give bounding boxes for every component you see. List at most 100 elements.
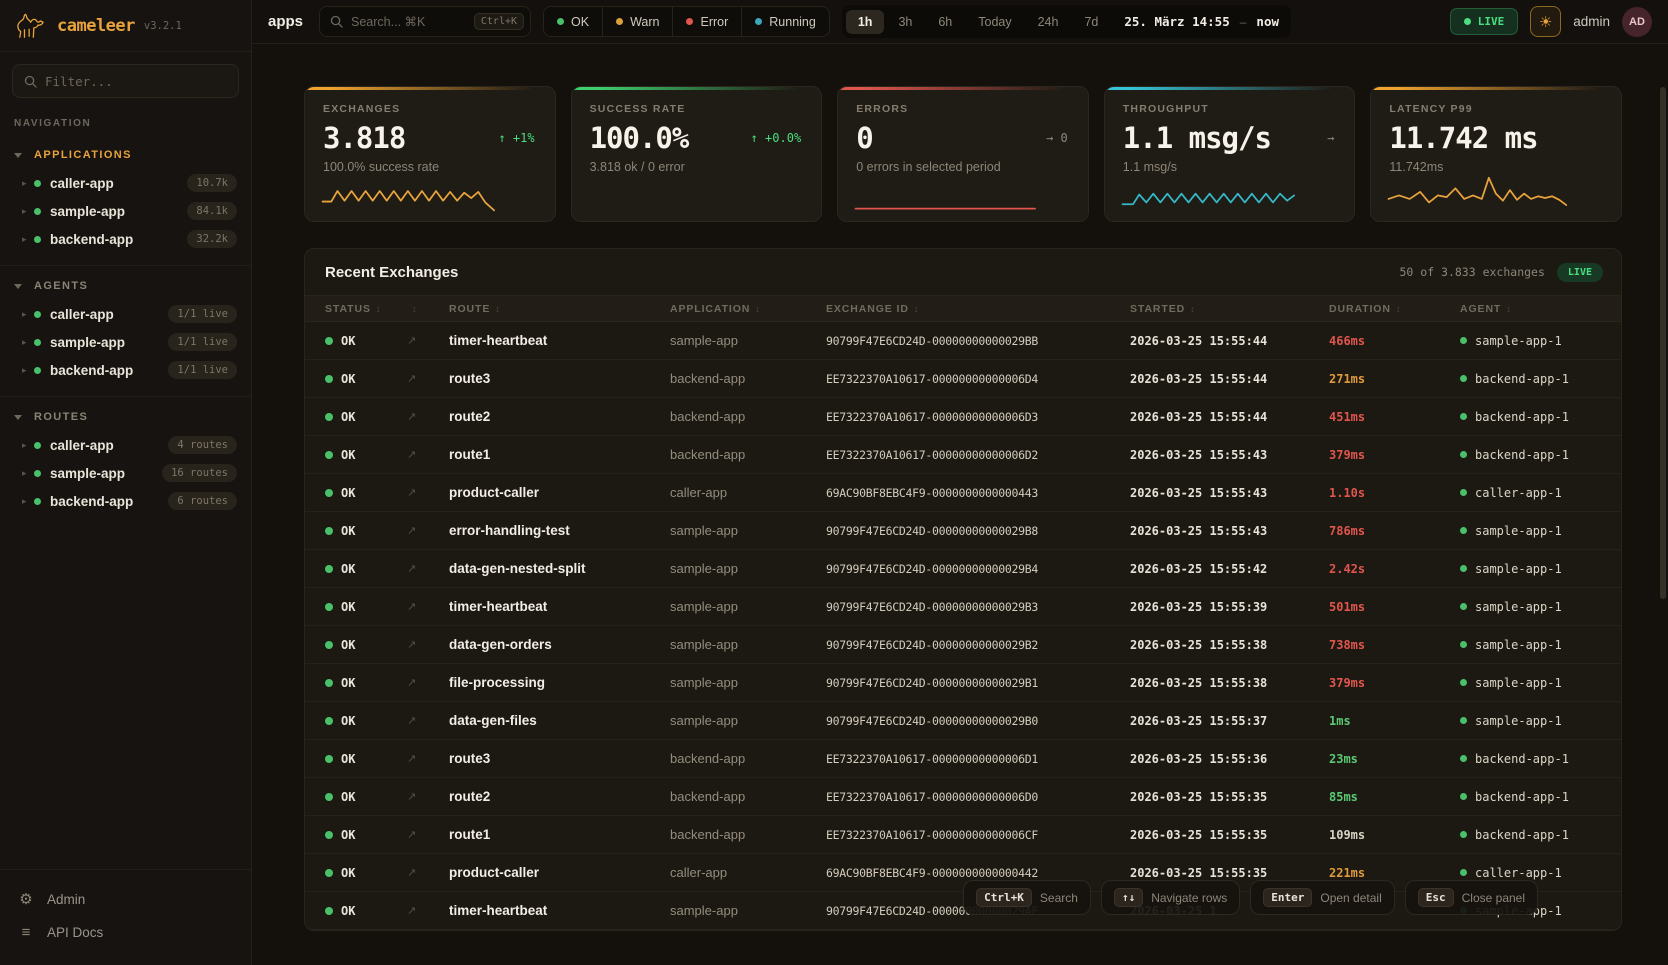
sidebar-item-label: backend-app [50, 232, 133, 247]
open-detail-icon[interactable]: ↗ [407, 448, 449, 461]
open-detail-icon[interactable]: ↗ [407, 334, 449, 347]
duration-cell: 786ms [1329, 524, 1460, 538]
table-row[interactable]: OK ↗ file-processing sample-app 90799F47… [305, 664, 1621, 702]
table-row[interactable]: OK ↗ timer-heartbeat sample-app 90799F47… [305, 322, 1621, 360]
sidebar-item[interactable]: ▸ caller-app 10.7k [0, 169, 251, 197]
started-cell: 2026-03-25 15:55:38 [1130, 638, 1329, 652]
range-start-time[interactable]: 25. März 14:55 [1124, 14, 1229, 29]
column-header[interactable]: ROUTE ↕ [449, 303, 670, 315]
sidebar-item[interactable]: ▸ backend-app 1/1 live [0, 356, 251, 384]
hint-key: Enter [1263, 888, 1312, 907]
duration-cell: 271ms [1329, 372, 1460, 386]
table-row[interactable]: OK ↗ data-gen-nested-split sample-app 90… [305, 550, 1621, 588]
column-header[interactable]: AGENT ↕ [1460, 303, 1621, 315]
agent-label: backend-app-1 [1475, 828, 1569, 842]
open-detail-icon[interactable]: ↗ [407, 562, 449, 575]
table-row[interactable]: OK ↗ error-handling-test sample-app 9079… [305, 512, 1621, 550]
sidebar-item[interactable]: ▸ sample-app 84.1k [0, 197, 251, 225]
nav-section-items: ▸ caller-app 1/1 live ▸ sample-app 1/1 l… [0, 300, 251, 384]
status-filter-chip[interactable]: Warn [603, 7, 673, 36]
nav-section-header[interactable]: ROUTES [0, 407, 251, 431]
status-filter-chip[interactable]: Running [742, 7, 829, 36]
search-input[interactable]: Search... ⌘K Ctrl+K [319, 6, 531, 37]
open-detail-icon[interactable]: ↗ [407, 638, 449, 651]
sidebar-item[interactable]: ▸ backend-app 32.2k [0, 225, 251, 253]
duration-cell: 1ms [1329, 714, 1460, 728]
route-cell: route2 [449, 789, 670, 804]
sparkline [1119, 169, 1306, 213]
range-button[interactable]: 1h [846, 10, 885, 34]
range-end-time[interactable]: now [1256, 14, 1279, 29]
open-detail-icon[interactable]: ↗ [407, 752, 449, 765]
open-detail-icon[interactable]: ↗ [407, 486, 449, 499]
status-filter-chip[interactable]: Error [673, 7, 742, 36]
sidebar-item[interactable]: ▸ sample-app 1/1 live [0, 328, 251, 356]
open-detail-icon[interactable]: ↗ [407, 410, 449, 423]
sidebar-item-badge: 4 routes [168, 436, 237, 454]
table-row[interactable]: OK ↗ data-gen-orders sample-app 90799F47… [305, 626, 1621, 664]
sidebar-item[interactable]: ▸ caller-app 1/1 live [0, 300, 251, 328]
sidebar-item[interactable]: ▸ sample-app 16 routes [0, 459, 251, 487]
column-header[interactable]: DURATION ↕ [1329, 303, 1460, 315]
range-button[interactable]: 7d [1072, 10, 1110, 34]
column-header[interactable]: STATUS ↕ [305, 303, 407, 315]
sidebar-item-api-docs[interactable]: ≡ API Docs [0, 916, 251, 949]
open-detail-icon[interactable]: ↗ [407, 866, 449, 879]
status-filter-chip[interactable]: OK [544, 7, 603, 36]
sidebar-item[interactable]: ▸ backend-app 6 routes [0, 487, 251, 515]
table-row[interactable]: OK ↗ data-gen-files sample-app 90799F47E… [305, 702, 1621, 740]
column-header[interactable]: EXCHANGE ID ↕ [826, 303, 1130, 315]
sidebar-item-admin[interactable]: ⚙ Admin [0, 882, 251, 916]
table-row[interactable]: OK ↗ route1 backend-app EE7322370A10617-… [305, 436, 1621, 474]
application-cell: sample-app [670, 637, 826, 652]
range-button[interactable]: 3h [886, 10, 924, 34]
keyboard-hints: Ctrl+K Search ↑↓ Navigate rows Enter Ope… [963, 880, 1538, 915]
column-header-label: STARTED [1130, 303, 1185, 315]
sidebar-item[interactable]: ▸ caller-app 4 routes [0, 431, 251, 459]
chevron-down-icon [14, 153, 22, 158]
open-detail-icon[interactable]: ↗ [407, 372, 449, 385]
column-header[interactable]: APPLICATION ↕ [670, 303, 826, 315]
open-detail-icon[interactable]: ↗ [407, 524, 449, 537]
started-cell: 2026-03-25 15:55:35 [1130, 828, 1329, 842]
scrollbar-thumb[interactable] [1660, 87, 1666, 599]
brand-name: cameleer [57, 16, 135, 36]
table-row[interactable]: OK ↗ timer-heartbeat sample-app 90799F47… [305, 588, 1621, 626]
table-row[interactable]: OK ↗ route3 backend-app EE7322370A10617-… [305, 360, 1621, 398]
theme-toggle-button[interactable]: ☀ [1530, 6, 1561, 37]
search-kbd-hint: Ctrl+K [474, 13, 524, 30]
range-button[interactable]: Today [966, 10, 1023, 34]
range-button[interactable]: 24h [1026, 10, 1071, 34]
live-toggle-button[interactable]: LIVE [1450, 8, 1519, 35]
agent-cell: backend-app-1 [1460, 410, 1621, 424]
range-button[interactable]: 6h [926, 10, 964, 34]
open-detail-icon[interactable]: ↗ [407, 600, 449, 613]
status-cell: OK [305, 524, 407, 538]
avatar[interactable]: AD [1622, 7, 1652, 37]
open-detail-icon[interactable]: ↗ [407, 714, 449, 727]
open-detail-icon[interactable]: ↗ [407, 828, 449, 841]
open-detail-icon[interactable]: ↗ [407, 676, 449, 689]
sort-icon: ↕ [1506, 304, 1511, 314]
exchange-id-cell: EE7322370A10617-00000000000006D0 [826, 790, 1130, 804]
recent-exchanges-panel: Recent Exchanges 50 of 3.833 exchanges L… [304, 248, 1622, 931]
duration-cell: 379ms [1329, 676, 1460, 690]
status-label: OK [341, 714, 355, 728]
nav-section-title: ROUTES [34, 411, 88, 423]
application-cell: backend-app [670, 371, 826, 386]
column-header[interactable]: STARTED ↕ [1130, 303, 1329, 315]
nav-section-header[interactable]: AGENTS [0, 276, 251, 300]
table-row[interactable]: OK ↗ product-caller caller-app 69AC90BF8… [305, 474, 1621, 512]
sidebar-item-badge: 1/1 live [168, 305, 237, 323]
status-cell: OK [305, 752, 407, 766]
column-header[interactable]: ↕ [407, 304, 449, 314]
table-row[interactable]: OK ↗ route2 backend-app EE7322370A10617-… [305, 398, 1621, 436]
nav-section-header[interactable]: APPLICATIONS [0, 145, 251, 169]
brand[interactable]: cameleer v3.2.1 [0, 0, 251, 52]
open-detail-icon[interactable]: ↗ [407, 904, 449, 917]
table-row[interactable]: OK ↗ route1 backend-app EE7322370A10617-… [305, 816, 1621, 854]
sidebar-filter-input[interactable]: Filter... [12, 64, 239, 98]
table-row[interactable]: OK ↗ route2 backend-app EE7322370A10617-… [305, 778, 1621, 816]
open-detail-icon[interactable]: ↗ [407, 790, 449, 803]
table-row[interactable]: OK ↗ route3 backend-app EE7322370A10617-… [305, 740, 1621, 778]
